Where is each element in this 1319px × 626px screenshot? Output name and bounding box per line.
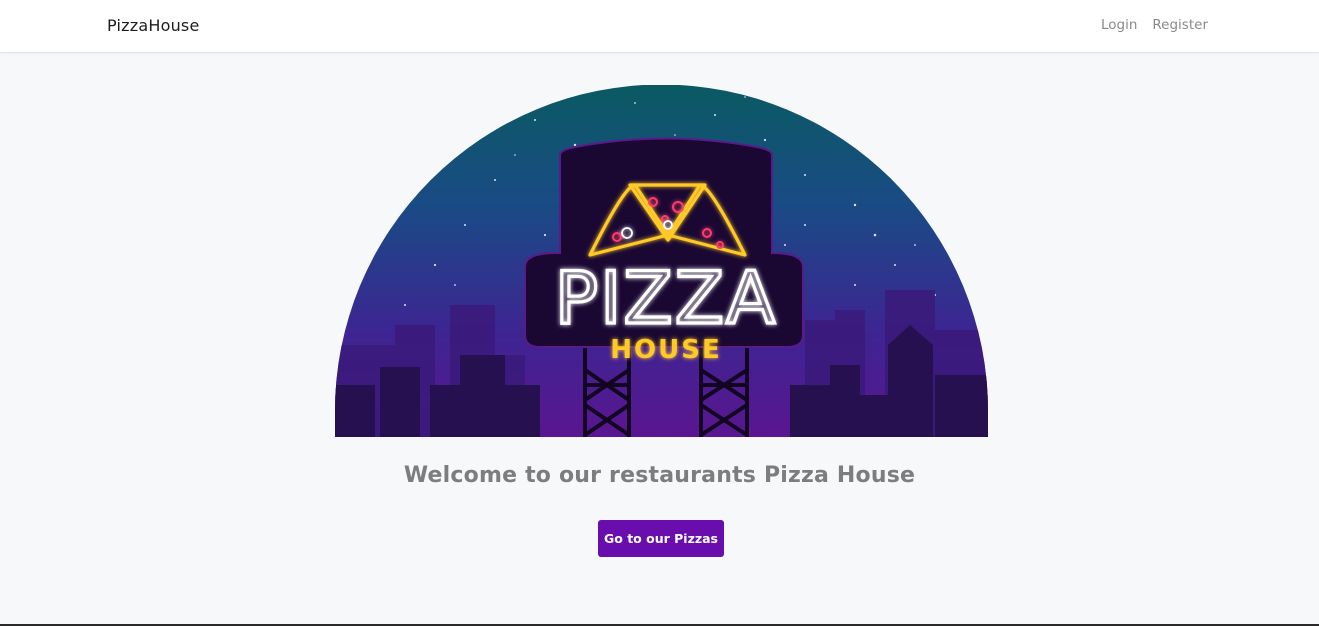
navbar: PizzaHouse Login Register: [0, 0, 1319, 53]
hero-image: PIZZA HOUSE: [335, 85, 988, 437]
sign-text-house: HOUSE: [610, 335, 721, 365]
brand-link[interactable]: PizzaHouse: [107, 16, 199, 35]
go-to-pizzas-button[interactable]: Go to our Pizzas: [598, 520, 724, 557]
nav-links: Login Register: [1101, 17, 1208, 33]
welcome-heading: Welcome to our restaurants Pizza House: [403, 463, 916, 488]
sign-text-pizza: PIZZA: [555, 256, 778, 340]
register-link[interactable]: Register: [1152, 17, 1208, 33]
login-link[interactable]: Login: [1101, 17, 1137, 33]
